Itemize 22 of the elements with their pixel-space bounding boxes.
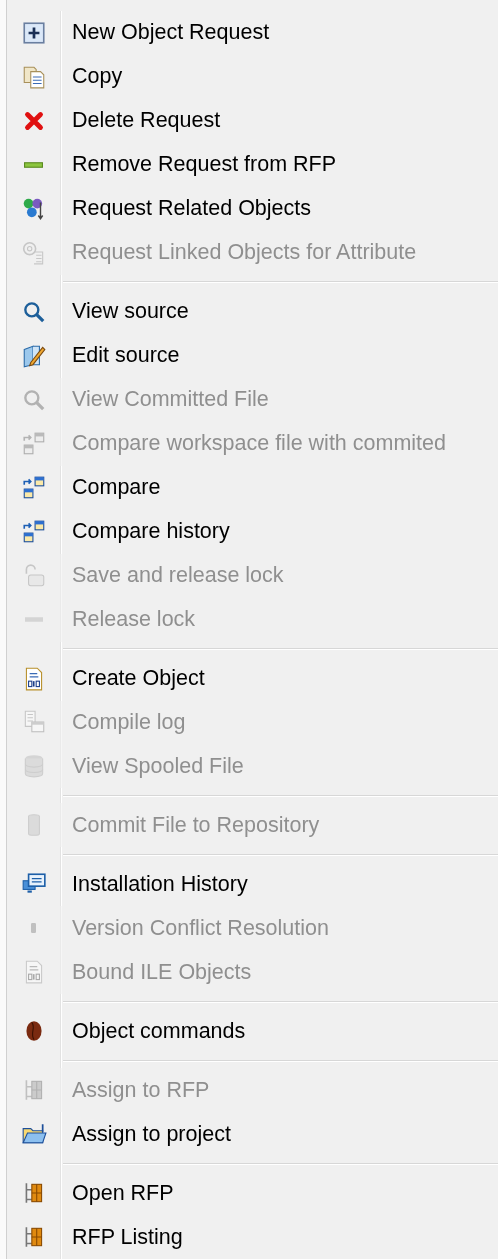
menu-item[interactable]: Assign to project: [7, 1112, 498, 1157]
menu-item[interactable]: Remove Request from RFP: [7, 142, 498, 187]
menu-item[interactable]: Create Object: [7, 656, 498, 701]
menu-item[interactable]: Compare history: [7, 509, 498, 554]
menu-item[interactable]: Request Related Objects: [7, 186, 498, 231]
menu-item[interactable]: Object commands: [7, 1009, 498, 1054]
plus-icon: [20, 20, 47, 46]
menu-item[interactable]: Open RFP: [7, 1171, 498, 1216]
compare-icon: [20, 474, 47, 501]
menu-item[interactable]: Edit source: [7, 333, 498, 378]
minus-icon: [24, 617, 43, 623]
compare-icon: [20, 518, 47, 545]
menu-item[interactable]: View source: [7, 289, 498, 334]
compare-icon: [20, 430, 47, 457]
menu-item[interactable]: Delete Request: [7, 98, 498, 143]
menu-item[interactable]: RFP Listing: [7, 1215, 498, 1259]
menu-item[interactable]: New Object Request: [7, 11, 498, 55]
bar-icon: [31, 923, 36, 934]
minus-icon: [24, 161, 43, 168]
menu-item[interactable]: Copy: [7, 54, 498, 99]
menu-item[interactable]: Compare: [7, 465, 498, 510]
menu-item[interactable]: Installation History: [7, 862, 498, 907]
